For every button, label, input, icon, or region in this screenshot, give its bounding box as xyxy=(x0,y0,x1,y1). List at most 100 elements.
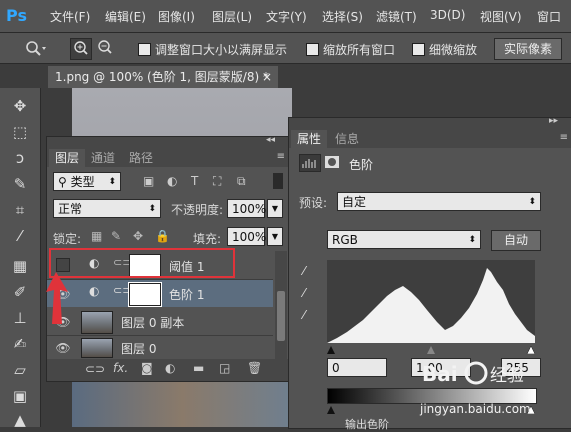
tab-channels[interactable]: 通道 xyxy=(85,149,121,167)
fx-icon[interactable]: fx. xyxy=(113,361,128,375)
pixel-layer-filter-icon[interactable]: ▣ xyxy=(143,174,154,188)
eyedropper-tool-icon[interactable]: ⁄ xyxy=(10,226,30,246)
input-black-value[interactable]: 0 xyxy=(327,358,387,377)
tab-paths[interactable]: 路径 xyxy=(123,149,159,167)
layer-row-selected[interactable]: 👁 ◐ ⊂⊃ 色阶 1 xyxy=(47,280,273,307)
menu-select[interactable]: 选择(S) xyxy=(322,8,363,25)
properties-tab-bar: 属性 信息 ≡ xyxy=(289,130,571,148)
menu-bar: Ps 文件(F) 编辑(E) 图像(I) 图层(L) 文字(Y) 选择(S) 滤… xyxy=(0,0,571,33)
baidu-watermark-logo: Bai 经验 xyxy=(418,355,568,395)
layer-thumbnail[interactable] xyxy=(81,311,113,334)
document-tab[interactable]: 1.png @ 100% (色阶 1, 图层蒙版/8) * × xyxy=(48,66,278,88)
opacity-dropdown-arrow[interactable]: ▼ xyxy=(267,199,283,218)
input-levels-slider[interactable] xyxy=(327,343,536,355)
chevron-down-icon: ⬍ xyxy=(108,177,116,187)
move-tool-icon[interactable]: ✥ xyxy=(10,96,30,116)
menu-filter[interactable]: 滤镜(T) xyxy=(376,8,417,25)
opacity-input[interactable]: 100% xyxy=(227,199,266,218)
healing-brush-tool-icon[interactable]: ▦ xyxy=(10,256,30,276)
black-point-eyedropper-icon[interactable]: ⁄ xyxy=(303,264,305,278)
blur-tool-icon[interactable]: ▲ xyxy=(10,410,30,430)
menu-view[interactable]: 视图(V) xyxy=(480,8,522,25)
blend-mode-dropdown[interactable]: 正常 ⬍ xyxy=(53,199,161,218)
close-tab-icon[interactable]: × xyxy=(262,66,272,88)
crop-tool-icon[interactable]: ⌗ xyxy=(10,200,30,220)
menu-3d[interactable]: 3D(D) xyxy=(430,8,465,22)
filter-kind-dropdown[interactable]: ⚲ 类型 ⬍ xyxy=(53,172,121,191)
panel-menu-icon[interactable]: ≡ xyxy=(560,132,568,143)
menu-type[interactable]: 文字(Y) xyxy=(266,8,307,25)
tab-properties[interactable]: 属性 xyxy=(291,130,328,148)
annotation-highlight-box xyxy=(49,248,235,278)
layer-row[interactable]: 👁 图层 0 副本 xyxy=(47,308,273,336)
svg-text:经验: 经验 xyxy=(490,366,524,386)
levels-histogram-icon[interactable] xyxy=(299,154,321,172)
menu-image[interactable]: 图像(I) xyxy=(158,8,195,25)
smart-object-filter-icon[interactable]: ⧉ xyxy=(237,174,246,189)
panel-menu-icon[interactable]: ≡ xyxy=(277,151,285,162)
resize-windows-label: 调整窗口大小以满屏显示 xyxy=(155,43,288,57)
tab-info[interactable]: 信息 xyxy=(329,130,365,148)
fill-label: 填充: xyxy=(193,232,222,246)
trash-icon[interactable]: 🗑 xyxy=(247,361,262,375)
new-layer-icon[interactable]: ◲ xyxy=(219,361,230,375)
menu-edit[interactable]: 编辑(E) xyxy=(105,8,146,25)
clone-stamp-tool-icon[interactable]: ⊥ xyxy=(10,308,30,328)
quick-selection-tool-icon[interactable]: ✎ xyxy=(10,174,30,194)
fill-dropdown-arrow[interactable]: ▼ xyxy=(267,227,283,246)
menu-window[interactable]: 窗口 xyxy=(537,8,561,25)
panel-title: 色阶 xyxy=(349,158,374,172)
adjustment-layer-filter-icon[interactable]: ◐ xyxy=(167,174,177,188)
layer-name[interactable]: 色阶 1 xyxy=(169,286,204,303)
zoom-in-button[interactable] xyxy=(70,38,92,60)
zoom-out-button[interactable] xyxy=(95,38,115,58)
marquee-tool-icon[interactable]: ⬚ xyxy=(10,122,30,142)
add-mask-icon[interactable]: ◙ xyxy=(141,361,153,375)
zoom-all-checkbox[interactable] xyxy=(306,43,319,56)
tab-layers[interactable]: 图层 xyxy=(49,149,86,167)
mask-circle xyxy=(328,158,336,166)
layer-row[interactable]: 👁 图层 0 xyxy=(47,336,273,360)
brush-tool-icon[interactable]: ✐ xyxy=(10,282,30,302)
lock-transparent-icon[interactable]: ▦ xyxy=(91,229,102,243)
opacity-label: 不透明度: xyxy=(171,203,224,217)
history-brush-tool-icon[interactable]: ✍ xyxy=(10,334,30,354)
zoom-tool-icon[interactable] xyxy=(24,40,46,58)
lock-all-icon[interactable]: 🔒 xyxy=(155,229,170,243)
mask-icon[interactable] xyxy=(325,156,339,168)
layer-name[interactable]: 图层 0 副本 xyxy=(121,314,184,331)
type-layer-filter-icon[interactable]: T xyxy=(191,174,198,188)
layer-name[interactable]: 图层 0 xyxy=(121,340,156,357)
layers-scrollbar[interactable] xyxy=(275,251,287,359)
collapse-panel-icon[interactable]: ◂◂ xyxy=(266,135,275,145)
shape-layer-filter-icon[interactable]: ⛶ xyxy=(213,174,221,189)
menu-layer[interactable]: 图层(L) xyxy=(212,8,252,25)
menu-file[interactable]: 文件(F) xyxy=(50,8,90,25)
resize-windows-checkbox[interactable] xyxy=(138,43,151,56)
eye-icon[interactable]: 👁 xyxy=(55,340,71,356)
gradient-tool-icon[interactable]: ▣ xyxy=(10,386,30,406)
lock-image-icon[interactable]: ✎ xyxy=(111,229,121,243)
collapse-panel-icon[interactable]: ▸▸ xyxy=(549,116,558,126)
white-point-eyedropper-icon[interactable]: ⁄ xyxy=(303,308,305,322)
layer-thumbnail[interactable] xyxy=(81,338,113,358)
new-adjustment-icon[interactable]: ◐ xyxy=(165,361,175,375)
auto-button[interactable]: 自动 xyxy=(491,230,541,251)
channel-dropdown[interactable]: RGB ⬍ xyxy=(327,230,481,249)
new-group-icon[interactable]: ▬ xyxy=(193,361,204,375)
lasso-tool-icon[interactable]: ↄ xyxy=(10,148,30,168)
fill-input[interactable]: 100% xyxy=(227,227,266,246)
actual-pixels-button[interactable]: 实际像素 xyxy=(494,38,562,60)
preset-dropdown[interactable]: 自定 ⬍ xyxy=(337,192,541,211)
eraser-tool-icon[interactable]: ▱ xyxy=(10,360,30,380)
lock-position-icon[interactable]: ✥ xyxy=(133,229,143,243)
chevron-down-icon: ⬍ xyxy=(148,204,156,214)
filter-toggle-switch[interactable] xyxy=(273,173,283,189)
scrubby-zoom-checkbox[interactable] xyxy=(412,43,425,56)
link-layers-icon[interactable]: ⊂⊃ xyxy=(85,362,105,376)
layer-mask-thumbnail[interactable] xyxy=(128,282,162,307)
gray-point-eyedropper-icon[interactable]: ⁄ xyxy=(303,286,305,300)
scrollbar-thumb[interactable] xyxy=(277,291,285,341)
canvas-image xyxy=(72,378,292,427)
annotation-arrow-icon xyxy=(46,272,68,324)
